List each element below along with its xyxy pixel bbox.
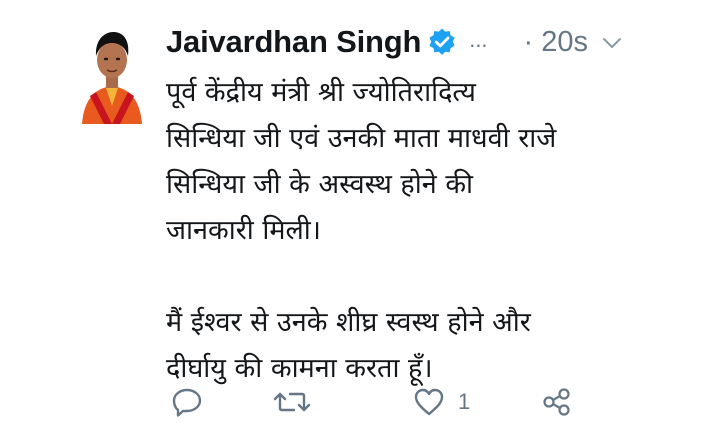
tweet-text-line: पूर्व केंद्रीय मंत्री श्री ज्योतिरादित्य bbox=[166, 77, 476, 108]
tweet-text-line: सिन्धिया जी के अस्वस्थ होने की bbox=[166, 169, 474, 200]
tweet-text-line: सिन्धिया जी एवं उनकी माता माधवी राजे bbox=[166, 123, 557, 154]
tweet-text: पूर्व केंद्रीय मंत्री श्री ज्योतिरादित्य… bbox=[166, 70, 696, 392]
like-count: 1 bbox=[458, 389, 471, 414]
share-button[interactable] bbox=[540, 382, 574, 422]
timestamp[interactable]: · 20s bbox=[524, 26, 588, 59]
retweet-button[interactable] bbox=[272, 382, 312, 422]
share-icon bbox=[540, 386, 574, 418]
reply-icon bbox=[170, 386, 204, 418]
chevron-down-icon[interactable] bbox=[602, 35, 622, 49]
tweet-actions: 1 bbox=[166, 382, 686, 422]
tweet-text-line: मैं ईश्वर से उनके शीघ्र स्वस्थ होने और bbox=[166, 307, 531, 338]
verified-badge-icon bbox=[427, 27, 457, 57]
heart-icon bbox=[412, 386, 446, 418]
display-name[interactable]: Jaivardhan Singh bbox=[166, 24, 421, 60]
tweet-header: Jaivardhan Singh ... · 20s bbox=[166, 20, 622, 64]
reply-button[interactable] bbox=[170, 382, 204, 422]
like-button[interactable]: 1 bbox=[412, 382, 470, 422]
tweet-text-line: जानकारी मिली। bbox=[166, 215, 322, 246]
tweet: Jaivardhan Singh ... · 20s पूर्व केंद्री… bbox=[0, 0, 720, 426]
paragraph-break bbox=[166, 254, 696, 300]
more-ellipsis: ... bbox=[469, 27, 488, 52]
avatar[interactable] bbox=[78, 26, 146, 124]
retweet-icon bbox=[272, 386, 312, 418]
